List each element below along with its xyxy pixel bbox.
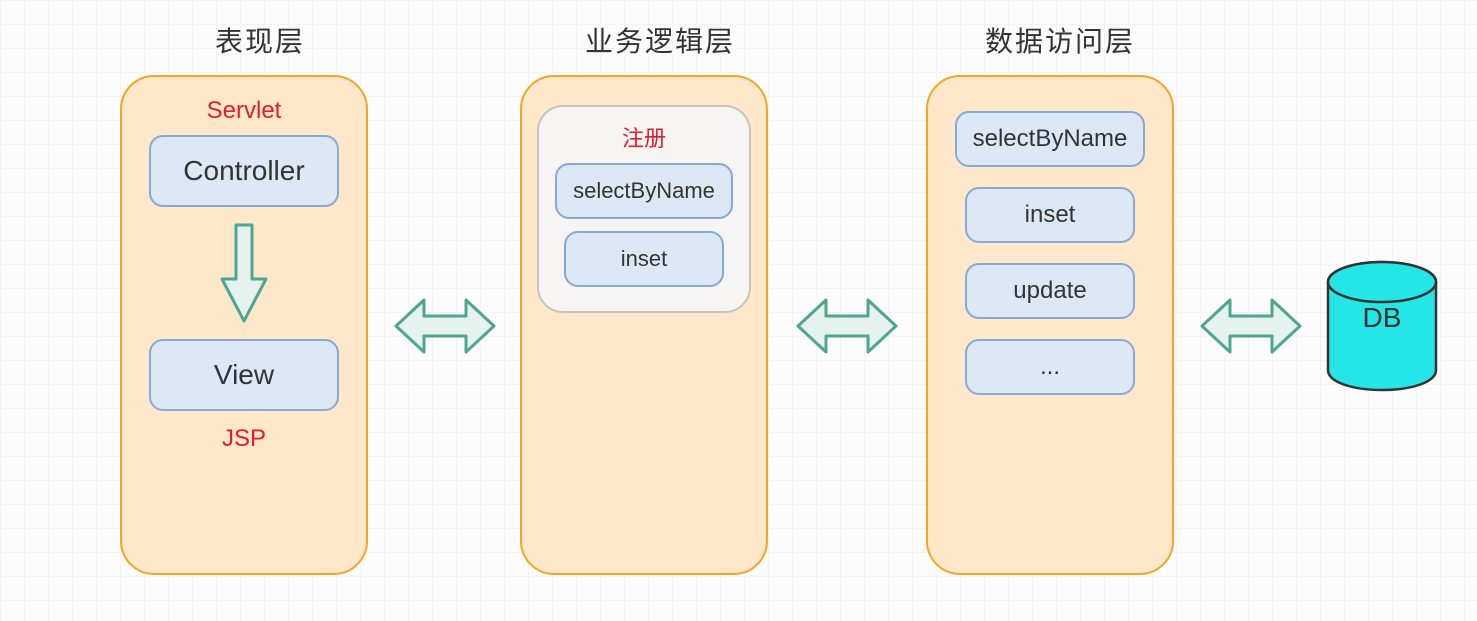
- box-biz-selectbyname: selectByName: [555, 163, 733, 219]
- layer-presentation: Servlet Controller View JSP: [120, 75, 368, 575]
- label-servlet: Servlet: [207, 97, 282, 125]
- box-da-update: update: [965, 263, 1135, 319]
- box-view: View: [149, 339, 339, 411]
- layer-business: 注册 selectByName inset: [520, 75, 768, 575]
- arrow-bidirectional-3-icon: [1196, 290, 1306, 367]
- box-da-more: ...: [965, 339, 1135, 395]
- box-da-inset: inset: [965, 187, 1135, 243]
- box-controller: Controller: [149, 135, 339, 207]
- arrow-bidirectional-1-icon: [390, 290, 500, 367]
- title-business: 业务逻辑层: [530, 20, 790, 60]
- label-register: 注册: [622, 121, 666, 153]
- box-da-selectbyname: selectByName: [955, 111, 1146, 167]
- layer-data-access: selectByName inset update ...: [926, 75, 1174, 575]
- title-presentation: 表现层: [130, 20, 390, 60]
- group-register: 注册 selectByName inset: [537, 105, 751, 313]
- arrow-down-icon: [212, 219, 276, 329]
- box-biz-inset: inset: [564, 231, 724, 287]
- label-jsp: JSP: [222, 425, 266, 453]
- arrow-bidirectional-2-icon: [792, 290, 902, 367]
- title-data-access: 数据访问层: [930, 20, 1190, 60]
- db-cylinder: DB: [1322, 258, 1442, 334]
- db-label: DB: [1363, 302, 1402, 334]
